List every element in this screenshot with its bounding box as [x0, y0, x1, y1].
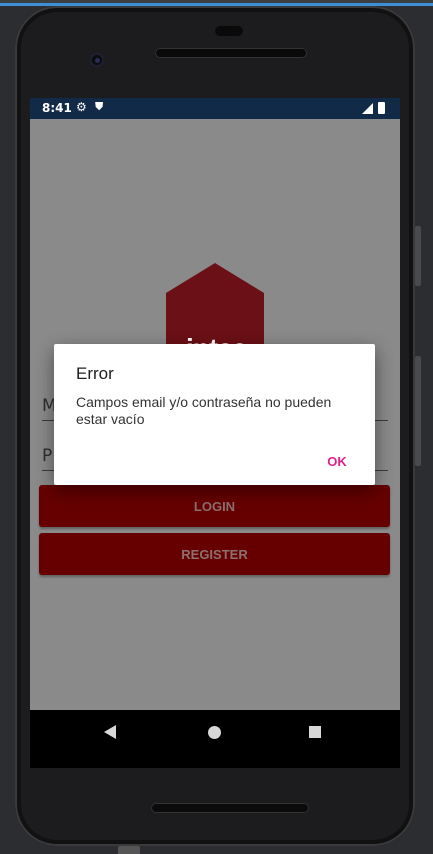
usb-port	[118, 846, 140, 854]
register-button[interactable]: REGISTER	[39, 533, 390, 575]
status-time: 8:41	[42, 101, 72, 115]
signal-icon	[362, 103, 373, 114]
camera-lens	[95, 58, 100, 63]
shield-icon: ⛊	[95, 100, 104, 113]
dialog-message: Campos email y/o contraseña no pueden es…	[76, 394, 332, 427]
password-field-hint: P	[42, 446, 53, 466]
volume-button[interactable]	[415, 356, 421, 466]
error-dialog: Error Campos email y/o contraseña no pue…	[54, 344, 375, 485]
bottom-speaker-grille	[151, 803, 309, 813]
battery-icon	[378, 102, 385, 114]
dialog-title: Error	[76, 364, 114, 383]
navigation-bar	[30, 710, 400, 768]
sensor-slot	[215, 26, 243, 36]
recent-apps-icon[interactable]	[309, 726, 321, 738]
back-icon[interactable]	[104, 725, 116, 739]
top-speaker-grille	[155, 48, 307, 58]
settings-icon: ⚙	[76, 100, 87, 114]
status-bar: 8:41 ⚙ ⛊	[30, 98, 400, 119]
dialog-ok-button[interactable]: OK	[316, 448, 358, 474]
power-button[interactable]	[415, 226, 421, 286]
home-icon[interactable]	[208, 726, 221, 739]
login-button[interactable]: LOGIN	[39, 485, 390, 527]
